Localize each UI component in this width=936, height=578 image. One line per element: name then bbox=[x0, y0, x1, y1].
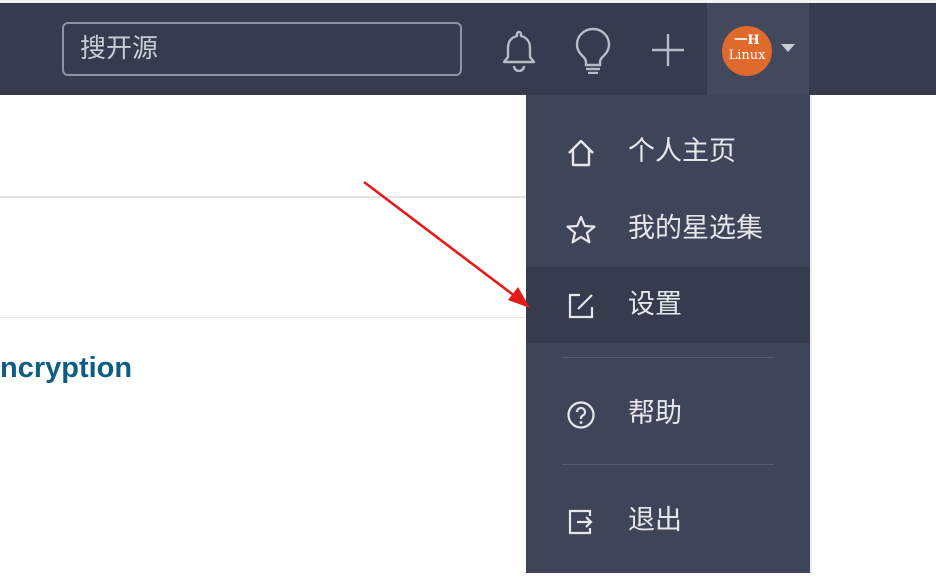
annotation-arrow bbox=[363, 180, 530, 308]
